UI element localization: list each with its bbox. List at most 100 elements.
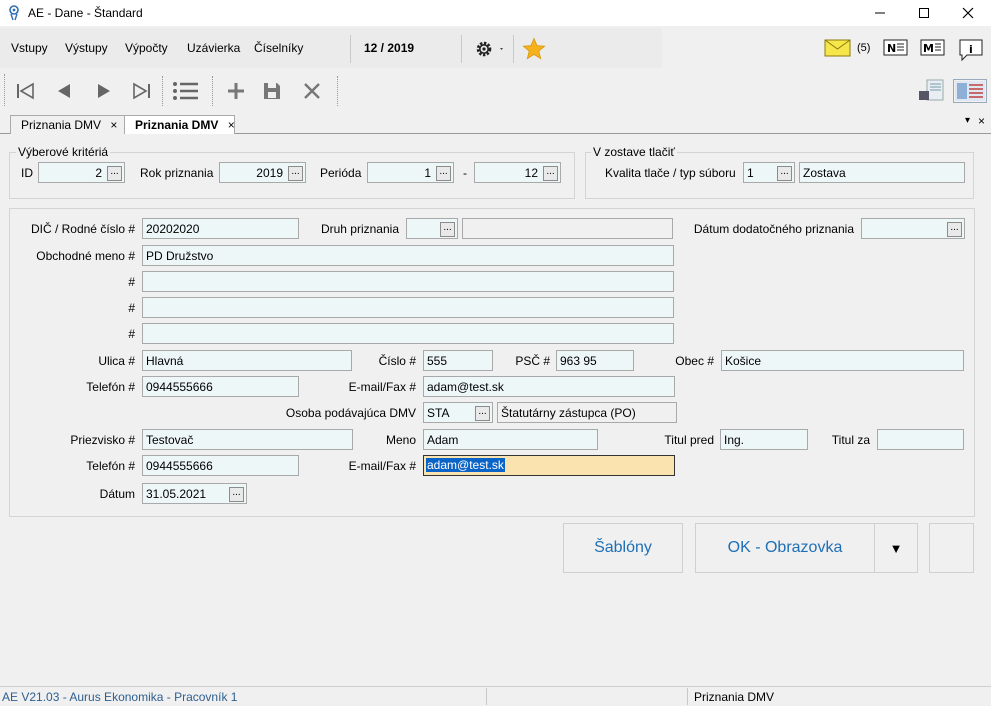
add-record-button[interactable]: [224, 80, 248, 102]
menu-vypocty[interactable]: Výpočty: [125, 41, 168, 55]
tab-close-icon[interactable]: ×: [228, 118, 235, 132]
svg-text:M: M: [923, 42, 934, 55]
dic-label: DIČ / Rodné číslo #: [30, 222, 135, 236]
year-label: Rok priznania: [140, 166, 214, 180]
first-record-button[interactable]: [13, 80, 37, 102]
period-from-lookup-button[interactable]: ...: [436, 166, 451, 181]
email-label: E-mail/Fax #: [348, 380, 416, 394]
period-dash: -: [463, 166, 467, 180]
menu-uzavierka[interactable]: Uzávierka: [187, 41, 240, 55]
tab-priznania-dmv-2[interactable]: Priznania DMV ×: [124, 115, 235, 134]
news-icon: N: [883, 39, 908, 56]
list-icon: [173, 82, 198, 100]
toolbar-separator: [162, 76, 163, 106]
menu-vystupy[interactable]: Výstupy: [65, 41, 108, 55]
close-icon: [962, 7, 974, 19]
date-picker-button[interactable]: ...: [229, 487, 244, 502]
maximize-icon: [919, 8, 929, 18]
layout-icon: [955, 81, 985, 101]
name4-field[interactable]: [142, 323, 674, 344]
favorites-button[interactable]: [522, 37, 546, 61]
output-dropdown-button[interactable]: ▼: [874, 523, 918, 573]
tab-priznania-dmv-1[interactable]: Priznania DMV ×: [10, 115, 125, 134]
number-field[interactable]: 555: [423, 350, 493, 371]
mail-icon: [824, 39, 851, 57]
message-icon: M: [920, 39, 945, 56]
phone2-field[interactable]: 0944555666: [142, 455, 299, 476]
period-display[interactable]: 12 / 2019: [364, 41, 414, 55]
surname-field[interactable]: Testovač: [142, 429, 353, 450]
dic-field[interactable]: 20202020: [142, 218, 299, 239]
templates-button[interactable]: Šablóny: [563, 523, 683, 573]
type-label: Druh priznania: [320, 222, 399, 236]
settings-button[interactable]: [473, 38, 507, 60]
email2-field[interactable]: adam@test.sk: [423, 455, 675, 476]
minimize-button[interactable]: [857, 0, 903, 26]
street-label: Ulica #: [98, 354, 135, 368]
street-field[interactable]: Hlavná: [142, 350, 352, 371]
tab-close-all-icon[interactable]: ×: [978, 114, 985, 128]
save-icon: [264, 83, 280, 99]
email-field[interactable]: adam@test.sk: [423, 376, 675, 397]
phone-field[interactable]: 0944555666: [142, 376, 299, 397]
filer-label: Osoba podávajúca DMV: [285, 406, 416, 420]
name2-field[interactable]: [142, 271, 674, 292]
save-record-button[interactable]: [260, 80, 284, 102]
email2-label: E-mail/Fax #: [348, 459, 416, 473]
name-field[interactable]: PD Družstvo: [142, 245, 674, 266]
mail-button[interactable]: [824, 38, 852, 58]
extra-button[interactable]: [929, 523, 974, 573]
tab-menu-icon[interactable]: ▾: [965, 115, 970, 126]
messages-button[interactable]: M: [920, 38, 946, 58]
close-button[interactable]: [945, 0, 991, 26]
maximize-button[interactable]: [901, 0, 947, 26]
phone2-label: Telefón #: [86, 459, 135, 473]
toolbar-grip: [4, 74, 5, 106]
delete-record-button[interactable]: [300, 80, 324, 102]
id-lookup-button[interactable]: ...: [107, 166, 122, 181]
svg-text:N: N: [887, 42, 896, 55]
firstname-field[interactable]: Adam: [423, 429, 598, 450]
news-button[interactable]: N: [883, 38, 909, 58]
tab-close-icon[interactable]: ×: [110, 118, 117, 132]
plus-icon: [228, 83, 244, 99]
layout-button[interactable]: [953, 79, 987, 103]
filer-lookup-button[interactable]: ...: [475, 406, 490, 421]
last-record-button[interactable]: [130, 80, 154, 102]
next-record-button[interactable]: [92, 80, 116, 102]
zip-field[interactable]: 963 95: [556, 350, 634, 371]
print-preview-button[interactable]: [917, 79, 947, 103]
filer-name-field: Štatutárny zástupca (PO): [497, 402, 677, 423]
year-lookup-button[interactable]: ...: [288, 166, 303, 181]
name4-label: #: [128, 327, 135, 341]
type-lookup-button[interactable]: ...: [440, 222, 455, 237]
email2-selected-text: adam@test.sk: [426, 458, 505, 472]
menu-vstupy[interactable]: Vstupy: [11, 41, 48, 55]
addl-date-picker-button[interactable]: ...: [947, 222, 962, 237]
city-field[interactable]: Košice: [721, 350, 964, 371]
status-right: Priznania DMV: [694, 690, 775, 704]
quality-lookup-button[interactable]: ...: [777, 166, 792, 181]
menu-ciselniky[interactable]: Číselníky: [254, 41, 303, 55]
name3-field[interactable]: [142, 297, 674, 318]
minimize-icon: [875, 12, 885, 14]
name2-label: #: [128, 275, 135, 289]
delete-icon: [304, 83, 320, 99]
info-button[interactable]: i: [958, 38, 984, 62]
list-view-button[interactable]: [171, 80, 201, 102]
prev-record-icon: [58, 84, 70, 98]
status-left: AE V21.03 - Aurus Ekonomika - Pracovník …: [2, 690, 238, 704]
print-group-title: V zostave tlačiť: [591, 145, 677, 159]
print-preview-icon: [919, 79, 944, 101]
info-icon: i: [959, 39, 983, 62]
period-to-lookup-button[interactable]: ...: [543, 166, 558, 181]
prev-record-button[interactable]: [52, 80, 76, 102]
menu-separator: [513, 35, 514, 63]
tab-label: Priznania DMV: [135, 118, 219, 132]
svg-text:i: i: [969, 43, 973, 56]
title-after-field[interactable]: [877, 429, 964, 450]
title-before-field[interactable]: Ing.: [720, 429, 808, 450]
window-title: AE - Dane - Štandard: [28, 6, 143, 20]
title-before-label: Titul pred: [664, 433, 714, 447]
ok-screen-button[interactable]: OK - Obrazovka: [695, 523, 875, 573]
